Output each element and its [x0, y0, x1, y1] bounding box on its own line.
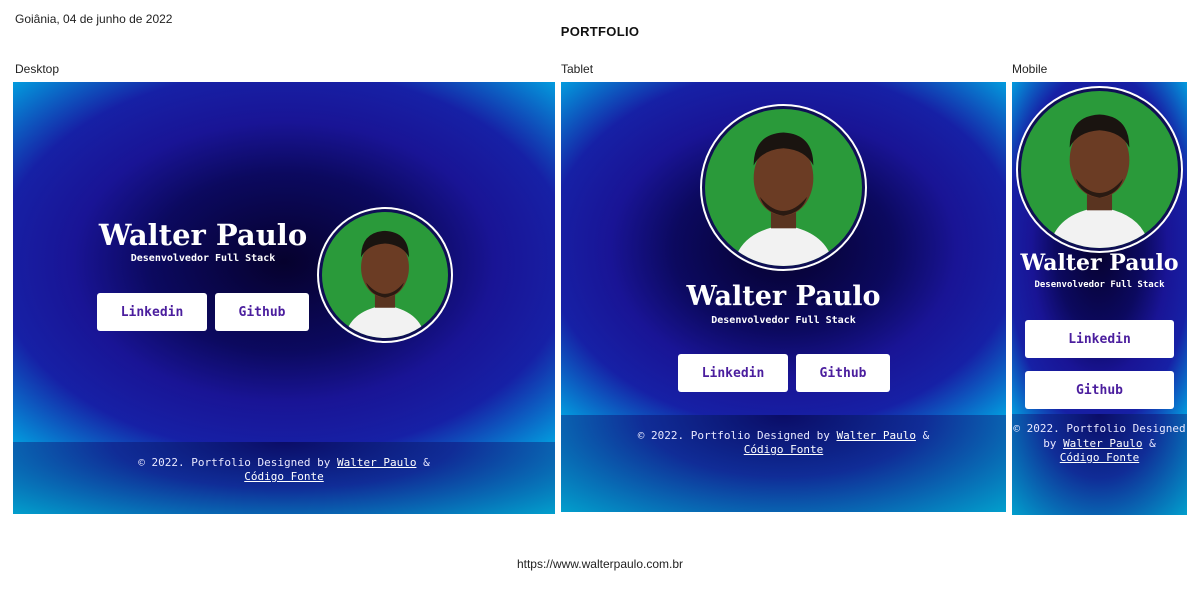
- footer-amp: &: [423, 456, 430, 469]
- profile-photo-icon: [322, 212, 448, 338]
- github-button[interactable]: Github: [796, 354, 890, 392]
- profile-role: Desenvolvedor Full Stack: [130, 253, 276, 264]
- tablet-preview: Walter Paulo Desenvolvedor Full Stack Li…: [561, 82, 1006, 512]
- avatar: [1016, 86, 1183, 253]
- mobile-label: Mobile: [1012, 62, 1048, 76]
- mobile-hero: Walter Paulo Desenvolvedor Full Stack Li…: [1012, 82, 1187, 414]
- mobile-footer: © 2022. Portfolio Designed by Walter Pau…: [1012, 414, 1187, 515]
- tablet-hero: Walter Paulo Desenvolvedor Full Stack Li…: [561, 82, 1006, 415]
- mobile-preview: Walter Paulo Desenvolvedor Full Stack Li…: [1012, 82, 1187, 515]
- source-code-link[interactable]: Código Fonte: [744, 443, 823, 456]
- profile-photo-icon: [705, 109, 862, 266]
- footer-text: © 2022. Portfolio Designed by: [637, 429, 830, 442]
- profile-name: Walter Paulo: [1020, 250, 1179, 276]
- desktop-hero: Walter Paulo Desenvolvedor Full Stack Li…: [13, 82, 555, 442]
- github-button[interactable]: Github: [1025, 371, 1174, 409]
- page-title: PORTFOLIO: [560, 24, 640, 39]
- source-code-link[interactable]: Código Fonte: [1060, 451, 1139, 464]
- footer-amp: &: [1149, 436, 1156, 450]
- profile-role: Desenvolvedor Full Stack: [711, 315, 856, 326]
- profile-name: Walter Paulo: [686, 281, 881, 312]
- profile-photo-icon: [1021, 91, 1178, 248]
- tablet-footer: © 2022. Portfolio Designed by Walter Pau…: [561, 415, 1006, 512]
- desktop-label: Desktop: [15, 62, 60, 76]
- author-link[interactable]: Walter Paulo: [337, 456, 416, 469]
- tablet-label: Tablet: [561, 62, 594, 76]
- profile-name: Walter Paulo: [98, 218, 308, 252]
- linkedin-button[interactable]: Linkedin: [97, 293, 207, 331]
- desktop-footer: © 2022. Portfolio Designed by Walter Pau…: [13, 442, 555, 514]
- site-url: https://www.walterpaulo.com.br: [516, 557, 684, 571]
- footer-amp: &: [922, 429, 930, 442]
- desktop-preview: Walter Paulo Desenvolvedor Full Stack Li…: [13, 82, 555, 514]
- linkedin-button[interactable]: Linkedin: [1025, 320, 1174, 358]
- footer-text: © 2022. Portfolio Designed by: [138, 456, 331, 469]
- github-button[interactable]: Github: [215, 293, 309, 331]
- avatar: [700, 104, 867, 271]
- avatar: [317, 207, 453, 343]
- profile-role: Desenvolvedor Full Stack: [1034, 280, 1165, 290]
- linkedin-button[interactable]: Linkedin: [678, 354, 788, 392]
- source-code-link[interactable]: Código Fonte: [244, 470, 323, 483]
- author-link[interactable]: Walter Paulo: [836, 429, 915, 442]
- author-link[interactable]: Walter Paulo: [1063, 437, 1142, 450]
